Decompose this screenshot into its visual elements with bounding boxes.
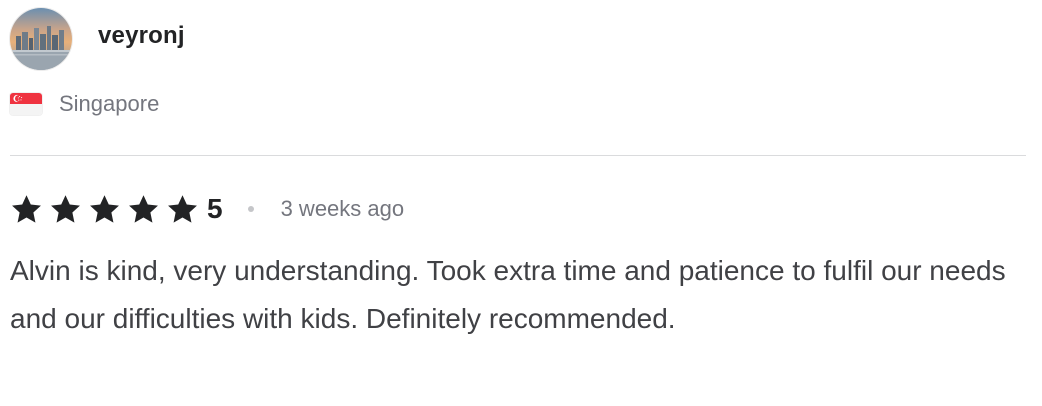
star-icon xyxy=(10,193,43,226)
singapore-flag-icon xyxy=(10,93,42,115)
rating-row: 5 3 weeks ago xyxy=(10,192,404,226)
star-icon xyxy=(49,193,82,226)
divider xyxy=(10,155,1026,156)
review-time: 3 weeks ago xyxy=(280,196,405,221)
star-icon xyxy=(88,193,121,226)
country-name: Singapore xyxy=(59,91,160,116)
star-icon xyxy=(127,193,160,226)
reviewer-header: veyronj xyxy=(10,8,185,70)
rating-value: 5 xyxy=(207,193,223,224)
review-card: veyronj Singapore 5 3 weeks ago Alvin is… xyxy=(0,0,1042,406)
star-icon xyxy=(166,193,199,226)
reviewer-username[interactable]: veyronj xyxy=(98,22,185,50)
reviewer-country: Singapore xyxy=(10,89,159,119)
separator-dot xyxy=(247,206,254,212)
avatar-image xyxy=(10,8,72,70)
star-rating xyxy=(10,193,205,226)
review-text: Alvin is kind, very understanding. Took … xyxy=(10,255,1006,334)
avatar[interactable] xyxy=(10,8,72,70)
